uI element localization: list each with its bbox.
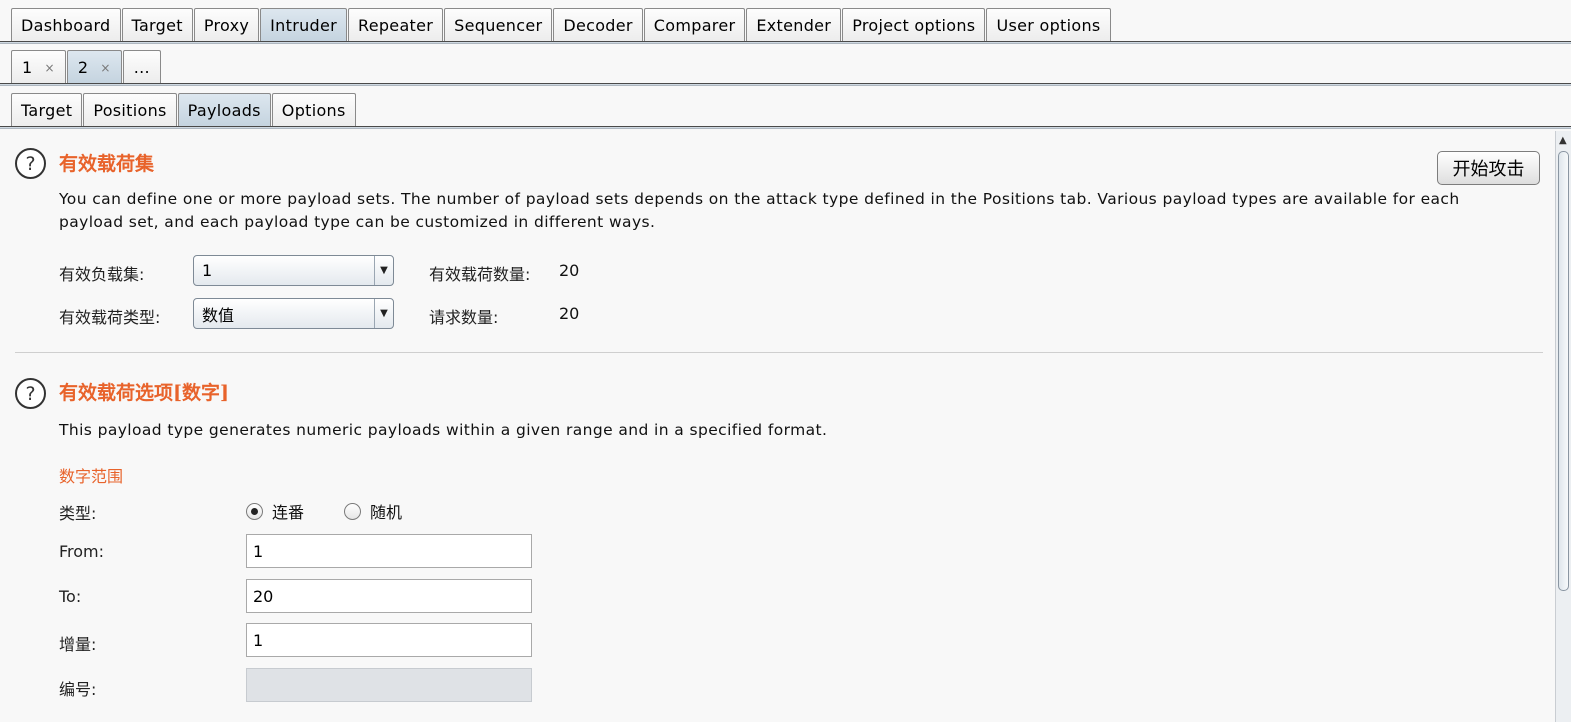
tab-decoder[interactable]: Decoder: [553, 8, 643, 42]
tab-dashboard[interactable]: Dashboard: [11, 8, 121, 42]
payload-type-select[interactable]: 数值 ▼: [193, 298, 394, 329]
help-icon[interactable]: ?: [15, 378, 46, 409]
start-attack-button[interactable]: 开始攻击: [1437, 151, 1540, 185]
attack-tab-label: 2: [77, 58, 89, 77]
main-tab-divider: [0, 41, 1571, 44]
scroll-up-arrow-icon[interactable]: ▲: [1559, 135, 1567, 146]
payload-count-label: 有效载荷数量:: [429, 265, 531, 284]
tab-comparer[interactable]: Comparer: [643, 8, 746, 42]
radio-random[interactable]: 随机: [344, 499, 402, 523]
attack-tab-divider: [0, 83, 1571, 86]
sub-tab-divider: [0, 126, 1571, 129]
tab-user-options[interactable]: User options: [986, 8, 1111, 42]
scrollbar-thumb[interactable]: [1558, 151, 1569, 591]
ellipsis-label: ...: [133, 58, 150, 77]
payloads-panel: ? 有效载荷集 开始攻击 You can define one or more …: [0, 131, 1555, 722]
payload-type-label: 有效载荷类型:: [59, 308, 161, 327]
close-icon[interactable]: ×: [100, 61, 110, 75]
payload-sets-description-line1: You can define one or more payload sets.…: [59, 190, 1460, 208]
payload-set-label: 有效负载集:: [59, 265, 145, 284]
radio-sequential-label: 连番: [272, 503, 305, 522]
radio-unchecked-icon: [344, 502, 361, 520]
payload-set-value: 1: [202, 261, 213, 280]
subtab-payloads[interactable]: Payloads: [177, 93, 271, 127]
from-label: From:: [59, 542, 105, 561]
payload-sets-title: 有效载荷集: [59, 153, 155, 175]
tab-extender[interactable]: Extender: [746, 8, 842, 42]
tab-repeater[interactable]: Repeater: [348, 8, 444, 42]
subtab-options[interactable]: Options: [271, 93, 356, 127]
tab-project-options[interactable]: Project options: [842, 8, 986, 42]
section-divider: [15, 352, 1543, 353]
attack-tab-bar: 1 × 2 × ...: [0, 50, 1571, 84]
number-input: [246, 668, 532, 702]
subtab-target[interactable]: Target: [11, 93, 83, 127]
request-count-value: 20: [559, 304, 580, 323]
tab-target[interactable]: Target: [121, 8, 193, 42]
payload-options-title: 有效载荷选项[数字]: [59, 382, 229, 404]
range-type-label: 类型:: [59, 504, 97, 523]
step-input[interactable]: 1: [246, 623, 532, 657]
radio-checked-icon: [246, 502, 263, 520]
close-icon[interactable]: ×: [44, 61, 54, 75]
request-count-label: 请求数量:: [429, 308, 499, 327]
vertical-scrollbar[interactable]: ▲: [1555, 131, 1571, 722]
from-input[interactable]: 1: [246, 534, 532, 568]
number-range-heading: 数字范围: [59, 467, 124, 486]
intruder-sub-tab-bar: Target Positions Payloads Options: [0, 93, 1571, 127]
attack-tab-label: 1: [22, 58, 33, 77]
tab-sequencer[interactable]: Sequencer: [444, 8, 553, 42]
radio-sequential[interactable]: 连番: [246, 499, 304, 523]
new-attack-tab[interactable]: ...: [122, 50, 161, 84]
payload-type-value: 数值: [202, 305, 235, 325]
radio-random-label: 随机: [370, 503, 403, 522]
payload-count-value: 20: [559, 261, 580, 280]
attack-tab-1[interactable]: 1 ×: [11, 50, 66, 84]
attack-tab-2[interactable]: 2 ×: [66, 50, 122, 84]
help-icon[interactable]: ?: [15, 148, 46, 179]
to-input[interactable]: 20: [246, 579, 532, 613]
to-label: To:: [59, 587, 82, 606]
main-tab-bar: Dashboard Target Proxy Intruder Repeater…: [0, 8, 1571, 42]
payload-set-select[interactable]: 1 ▼: [193, 255, 394, 286]
subtab-positions[interactable]: Positions: [83, 93, 177, 127]
payload-sets-description-line2: payload set, and each payload type can b…: [59, 213, 656, 231]
chevron-down-icon: ▼: [374, 299, 393, 328]
payload-options-description: This payload type generates numeric payl…: [59, 421, 828, 439]
tab-proxy[interactable]: Proxy: [193, 8, 260, 42]
chevron-down-icon: ▼: [374, 256, 393, 285]
tab-intruder[interactable]: Intruder: [260, 8, 347, 42]
step-label: 增量:: [59, 635, 97, 654]
number-label: 编号:: [59, 680, 97, 699]
